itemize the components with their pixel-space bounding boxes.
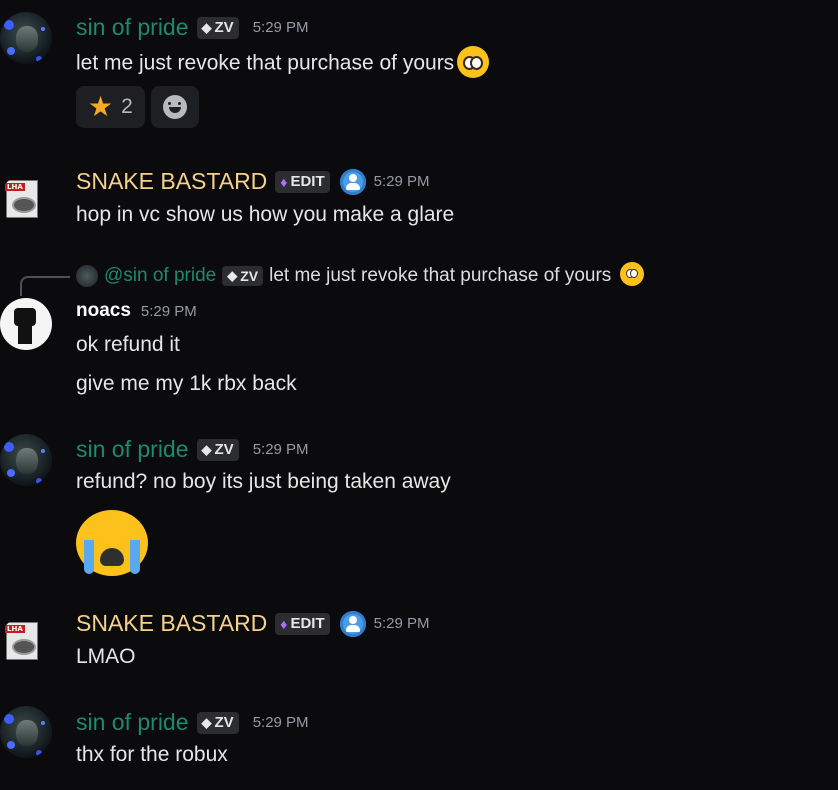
server-tag: ◆ ZV: [222, 266, 264, 286]
message-header: SNAKE BASTARD ♦ EDIT 5:29 PM: [76, 610, 430, 637]
username[interactable]: sin of pride: [76, 14, 189, 41]
reactions: ★ 2: [76, 86, 199, 128]
avatar[interactable]: [0, 706, 52, 758]
add-reaction-button[interactable]: [150, 86, 199, 128]
star-icon: ★: [88, 91, 114, 122]
reply-preview[interactable]: @sin of pride ◆ ZV let me just revoke tha…: [76, 262, 645, 288]
message-header: sin of pride ◆ ZV 5:29 PM: [76, 14, 309, 41]
server-tag[interactable]: ◆ ZV: [196, 438, 239, 461]
reply-connector: [20, 276, 70, 296]
reaction-star[interactable]: ★ 2: [76, 86, 145, 128]
username[interactable]: noacs: [76, 300, 131, 322]
reply-avatar: [76, 265, 98, 287]
timestamp: 5:29 PM: [140, 302, 197, 320]
message-header: sin of pride ◆ ZV 5:29 PM: [76, 436, 309, 463]
message-text: LMAO: [76, 645, 136, 668]
message-text: thx for the robux: [76, 743, 228, 766]
timestamp: 5:29 PM: [252, 19, 309, 36]
timestamp: 5:29 PM: [252, 714, 309, 731]
server-tag[interactable]: ♦ EDIT: [275, 612, 330, 635]
server-tag[interactable]: ♦ EDIT: [275, 170, 330, 193]
username[interactable]: SNAKE BASTARD: [76, 610, 267, 637]
avatar[interactable]: LHA: [0, 616, 52, 668]
flame-icon: ♦: [280, 615, 288, 632]
timestamp: 5:29 PM: [252, 441, 309, 458]
timestamp: 5:29 PM: [373, 173, 430, 190]
add-reaction-icon: [162, 95, 187, 119]
avatar[interactable]: [0, 298, 52, 350]
message-header: SNAKE BASTARD ♦ EDIT 5:29 PM: [76, 168, 430, 195]
role-badge-icon[interactable]: [339, 610, 366, 637]
message-header: sin of pride ◆ ZV 5:29 PM: [76, 709, 309, 736]
server-tag[interactable]: ◆ ZV: [196, 711, 239, 734]
server-tag[interactable]: ◆ ZV: [196, 16, 239, 39]
pleading-face-icon: [620, 262, 645, 286]
message-text: give me my 1k rbx back: [76, 372, 297, 395]
gem-icon: ◆: [227, 268, 238, 283]
message-text: refund? no boy its just being taken away: [76, 470, 451, 493]
avatar[interactable]: [0, 12, 52, 64]
reply-text: let me just revoke that purchase of your…: [269, 265, 612, 286]
gem-icon: ◆: [201, 19, 212, 35]
gem-icon: ◆: [201, 714, 212, 730]
message-text: ok refund it: [76, 333, 180, 356]
pleading-face-icon: [457, 46, 490, 78]
username[interactable]: sin of pride: [76, 436, 189, 463]
username[interactable]: SNAKE BASTARD: [76, 168, 267, 195]
avatar[interactable]: [0, 434, 52, 486]
flame-icon: ♦: [280, 173, 288, 190]
reply-username[interactable]: @sin of pride: [104, 265, 216, 287]
gem-icon: ◆: [201, 441, 212, 457]
message-header: noacs 5:29 PM: [76, 300, 197, 322]
timestamp: 5:29 PM: [373, 615, 430, 632]
message-text: hop in vc show us how you make a glare: [76, 203, 455, 226]
role-badge-icon[interactable]: [339, 168, 366, 195]
username[interactable]: sin of pride: [76, 709, 189, 736]
avatar[interactable]: LHA: [0, 174, 52, 226]
message-text: let me just revoke that purchase of your…: [76, 46, 490, 80]
reaction-count: 2: [121, 95, 133, 118]
loudly-crying-face-icon: [76, 510, 148, 576]
document-icon: LHA: [5, 622, 38, 660]
document-icon: LHA: [5, 180, 38, 218]
